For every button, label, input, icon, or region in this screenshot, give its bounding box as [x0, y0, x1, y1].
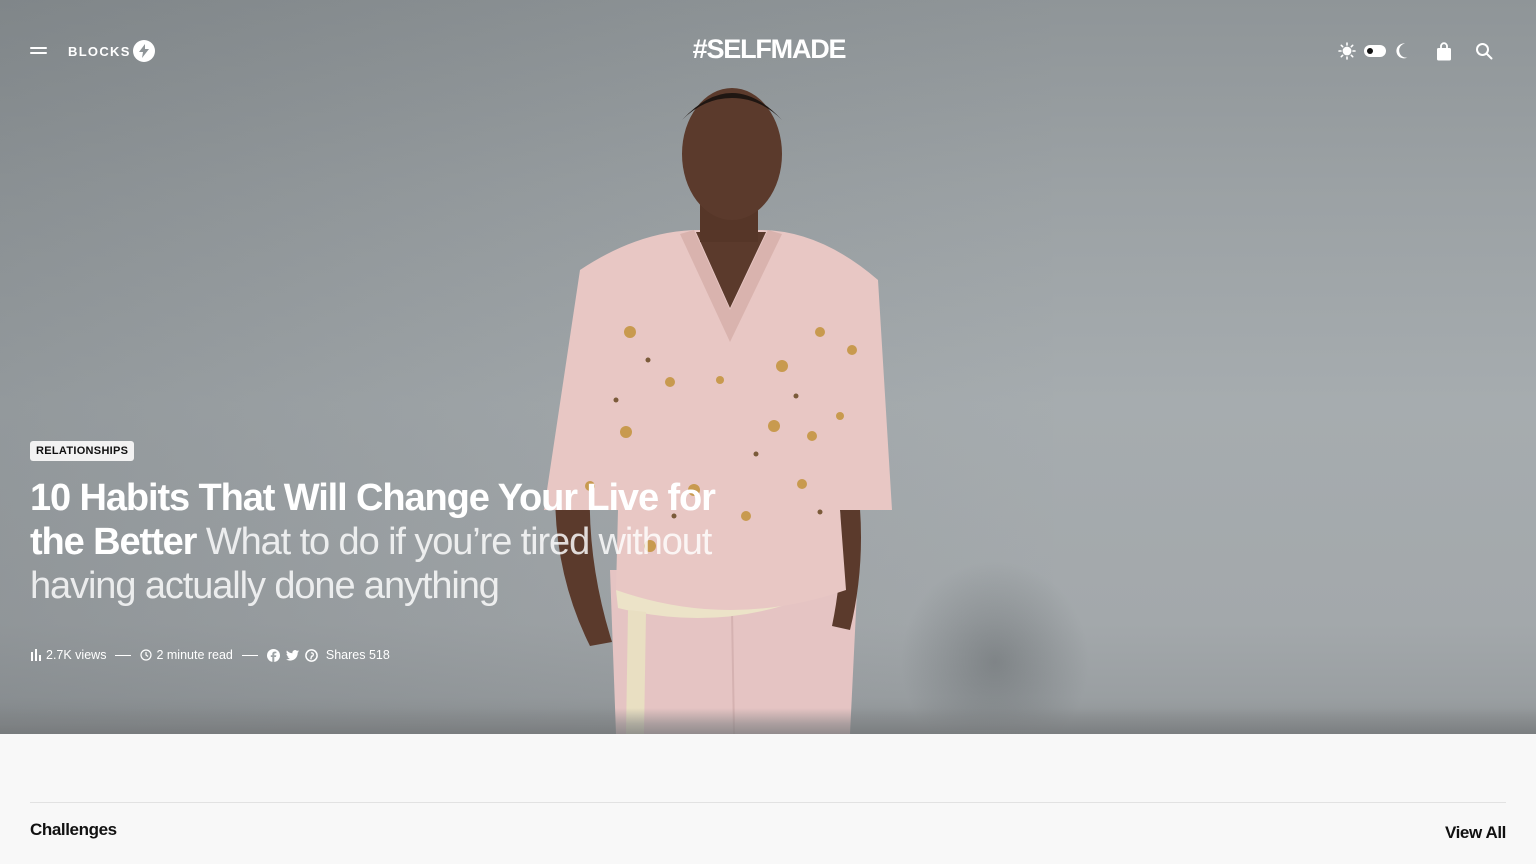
article-meta: 2.7K views 2 minute read Shares 518 — [30, 646, 390, 664]
clock-icon — [140, 649, 153, 661]
site-header: BLOCKS #SELFMADE — [0, 0, 1536, 100]
views-text: 2.7K views — [46, 648, 107, 662]
site-logo[interactable]: #SELFMADE — [688, 34, 850, 65]
theme-toggle[interactable] — [1364, 45, 1386, 57]
hero-image-model — [544, 88, 892, 734]
category-tag[interactable]: RELATIONSHIPS — [30, 441, 135, 461]
search-icon[interactable] — [1473, 40, 1495, 62]
sun-icon[interactable] — [1336, 40, 1358, 62]
article-headline[interactable]: 10 Habits That Will Change Your Live for… — [30, 476, 770, 608]
section-title: Challenges — [30, 820, 117, 839]
meta-divider — [115, 654, 132, 656]
facebook-icon[interactable] — [266, 648, 280, 662]
read-time: 2 minute read — [140, 648, 233, 662]
moon-icon[interactable] — [1393, 40, 1415, 62]
pinterest-icon[interactable] — [305, 648, 318, 662]
bar-chart-icon — [31, 649, 41, 661]
read-time-text: 2 minute read — [156, 648, 233, 662]
meta-divider — [241, 654, 258, 656]
view-all-link[interactable]: View All — [1445, 823, 1506, 843]
share-icons — [266, 648, 318, 662]
hero-floor — [0, 708, 1536, 734]
shopping-bag-icon[interactable] — [1433, 40, 1455, 62]
lightning-bolt-icon[interactable] — [133, 40, 155, 62]
hero-banner[interactable] — [0, 0, 1536, 734]
blocks-link[interactable]: BLOCKS — [68, 44, 131, 59]
views-count: 2.7K views — [30, 648, 106, 662]
section-divider — [30, 802, 1506, 803]
hamburger-icon[interactable] — [30, 44, 48, 58]
twitter-icon[interactable] — [285, 649, 299, 661]
shares-count: Shares 518 — [325, 648, 390, 662]
